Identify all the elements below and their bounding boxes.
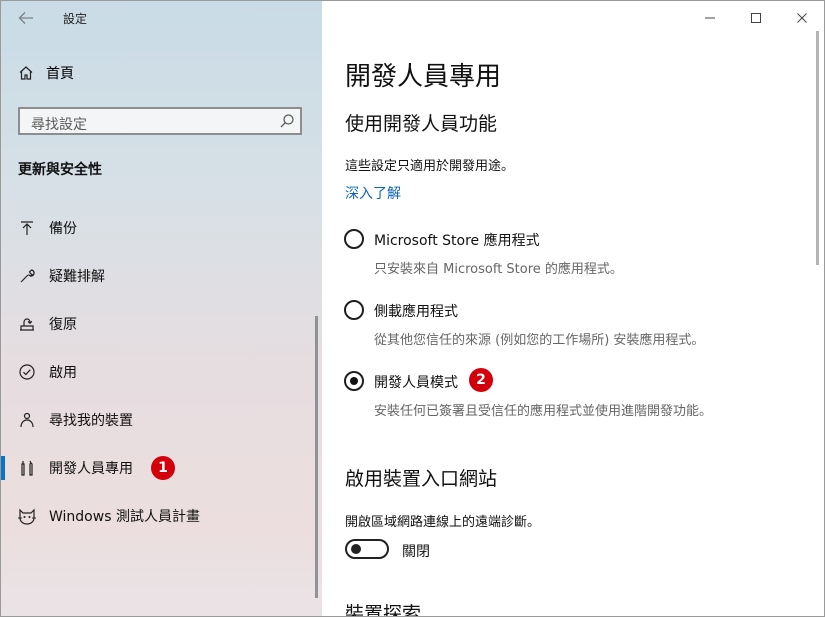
step-badge-2: 2: [469, 368, 493, 392]
sidebar-item-find-device[interactable]: 尋找我的裝置: [1, 396, 322, 444]
search-settings-input[interactable]: 尋找設定: [18, 107, 302, 135]
sidebar-item-label: 復原: [49, 317, 77, 333]
radio-store-apps[interactable]: Microsoft Store 應用程式 只安裝來自 Microsoft Sto…: [344, 229, 814, 279]
minimize-icon: [705, 17, 715, 19]
home-icon: [19, 66, 33, 80]
search-placeholder: 尋找設定: [31, 117, 87, 133]
device-portal-description: 開啟區域網路連線上的遠端診斷。: [345, 515, 541, 530]
back-arrow-icon: [18, 12, 33, 24]
sidebar-item-label: 啟用: [49, 365, 77, 381]
radio-button-selected[interactable]: [344, 371, 364, 391]
radio-label: 開發人員模式: [374, 375, 458, 391]
home-label: 首頁: [46, 66, 74, 82]
sidebar: 設定 首頁 尋找設定 更新與安全性 備份 疑難排解 復原 啟用 尋找我的裝置 開…: [1, 1, 322, 616]
minimize-button[interactable]: [695, 7, 725, 29]
sidebar-home[interactable]: 首頁: [18, 63, 74, 83]
radio-help-text: 安裝任何已簽署且受信任的應用程式並使用進階開發功能。: [374, 404, 713, 419]
page-title: 開發人員專用: [345, 62, 502, 92]
radio-sideload-apps[interactable]: 側載應用程式 從其他您信任的來源 (例如您的工作場所) 安裝應用程式。: [344, 300, 814, 350]
search-icon[interactable]: [278, 112, 296, 134]
main-scrollbar[interactable]: [816, 31, 819, 265]
sidebar-item-label: 疑難排解: [49, 269, 105, 285]
radio-label: Microsoft Store 應用程式: [374, 233, 540, 249]
maximize-icon: [751, 13, 761, 23]
radio-label: 側載應用程式: [374, 304, 458, 320]
insider-cat-icon: [17, 506, 37, 526]
back-button[interactable]: [13, 7, 39, 29]
backup-icon: [17, 218, 37, 238]
sidebar-item-developers[interactable]: 開發人員專用 1: [1, 444, 322, 492]
radio-developer-mode[interactable]: 開發人員模式 安裝任何已簽署且受信任的應用程式並使用進階開發功能。: [344, 371, 814, 421]
sidebar-item-recovery[interactable]: 復原: [1, 300, 322, 348]
maximize-button[interactable]: [741, 7, 771, 29]
developer-features-heading: 使用開發人員功能: [345, 113, 498, 135]
learn-more-link[interactable]: 深入了解: [345, 183, 401, 203]
sidebar-item-label: Windows 測試人員計畫: [49, 509, 200, 525]
main-content: 開發人員專用 使用開發人員功能 這些設定只適用於開發用途。 深入了解 Micro…: [322, 1, 824, 616]
sidebar-item-insider[interactable]: Windows 測試人員計畫: [1, 492, 322, 540]
radio-button[interactable]: [344, 229, 364, 249]
developer-tools-icon: [17, 458, 37, 478]
wrench-icon: [17, 266, 37, 286]
toggle-state-label: 關閉: [402, 544, 430, 560]
sidebar-item-backup[interactable]: 備份: [1, 204, 322, 252]
section-title: 更新與安全性: [18, 162, 102, 178]
sidebar-item-troubleshoot[interactable]: 疑難排解: [1, 252, 322, 300]
recovery-icon: [17, 314, 37, 334]
device-discovery-heading: 裝置探索: [345, 603, 422, 617]
radio-help-text: 只安裝來自 Microsoft Store 的應用程式。: [374, 262, 623, 277]
sidebar-nav: 備份 疑難排解 復原 啟用 尋找我的裝置 開發人員專用 1 Windows 測試…: [1, 204, 322, 540]
sidebar-item-activation[interactable]: 啟用: [1, 348, 322, 396]
developer-description: 這些設定只適用於開發用途。: [345, 159, 515, 174]
step-badge-1: 1: [151, 456, 175, 480]
close-icon: [797, 13, 807, 23]
sidebar-item-label: 開發人員專用: [49, 461, 133, 477]
sidebar-item-label: 備份: [49, 221, 77, 237]
app-title: 設定: [63, 12, 88, 26]
settings-window: 設定 首頁 尋找設定 更新與安全性 備份 疑難排解 復原 啟用 尋找我的裝置 開…: [0, 0, 825, 617]
sidebar-item-label: 尋找我的裝置: [49, 413, 133, 429]
radio-button[interactable]: [344, 300, 364, 320]
toggle-knob: [351, 544, 361, 554]
sidebar-scrollbar[interactable]: [315, 316, 318, 598]
device-portal-heading: 啟用裝置入口網站: [345, 468, 498, 490]
activation-check-icon: [17, 362, 37, 382]
close-button[interactable]: [787, 7, 817, 29]
device-portal-toggle[interactable]: [345, 539, 389, 559]
radio-help-text: 從其他您信任的來源 (例如您的工作場所) 安裝應用程式。: [374, 333, 705, 348]
find-device-icon: [17, 410, 37, 430]
